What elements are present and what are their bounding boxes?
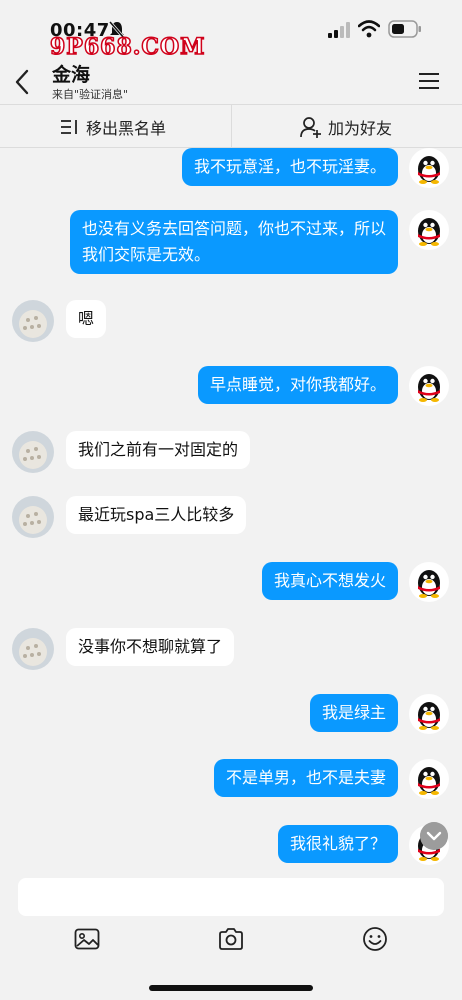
message-input[interactable] (18, 878, 444, 916)
message-bubble-outgoing[interactable]: 我很礼貌了？ (277, 825, 398, 863)
remove-blacklist-label: 移出黑名单 (86, 119, 167, 138)
emoji-icon[interactable] (362, 926, 388, 952)
camera-icon[interactable] (218, 926, 244, 952)
qq-penguin-avatar-icon[interactable] (409, 562, 449, 602)
contact-avatar[interactable] (12, 496, 54, 538)
contact-source: 来自"验证消息" (52, 88, 129, 101)
add-friend-label: 加为好友 (328, 119, 393, 138)
chat-history[interactable]: 我不玩意淫，也不玩淫妻。 也没有义务去回答问题，你也不过来，所以我们交际是无效。… (0, 148, 462, 868)
chat-header: 金海 来自"验证消息" (0, 52, 462, 104)
message-bubble-outgoing[interactable]: 也没有义务去回答问题，你也不过来，所以我们交际是无效。 (70, 210, 398, 274)
scroll-down-icon[interactable] (420, 822, 448, 850)
message-bubble-outgoing[interactable]: 不是单男，也不是夫妻 (213, 759, 398, 797)
message-bubble-outgoing[interactable]: 我真心不想发火 (261, 562, 398, 600)
input-area (0, 868, 462, 1000)
contact-avatar[interactable] (12, 628, 54, 670)
home-indicator (149, 985, 313, 991)
add-person-icon (300, 117, 321, 138)
contact-avatar[interactable] (12, 300, 54, 342)
unblock-list-icon (61, 120, 77, 134)
contact-avatar[interactable] (12, 431, 54, 473)
image-picker-icon[interactable] (74, 926, 100, 952)
message-bubble-incoming[interactable]: 最近玩spa三人比较多 (66, 496, 247, 534)
status-bar: 00:47 9P668.COM (0, 0, 462, 61)
qq-penguin-avatar-icon[interactable] (409, 148, 449, 188)
remove-blacklist-button[interactable]: 移出黑名单 (60, 105, 166, 149)
action-divider (231, 105, 232, 149)
battery-icon (388, 20, 421, 38)
menu-icon[interactable] (418, 72, 440, 90)
message-bubble-outgoing[interactable]: 我不玩意淫，也不玩淫妻。 (181, 148, 398, 186)
message-bubble-outgoing[interactable]: 我是绿主 (309, 694, 398, 732)
signal-icon (328, 22, 350, 38)
qq-penguin-avatar-icon[interactable] (409, 210, 449, 250)
qq-penguin-avatar-icon[interactable] (409, 694, 449, 734)
back-arrow-icon[interactable] (12, 68, 32, 96)
qq-penguin-avatar-icon[interactable] (409, 366, 449, 406)
message-bubble-incoming[interactable]: 嗯 (66, 300, 107, 338)
message-bubble-incoming[interactable]: 我们之前有一对固定的 (66, 431, 251, 469)
contact-name: 金海 (52, 64, 91, 86)
message-bubble-outgoing[interactable]: 早点睡觉，对你我都好。 (197, 366, 398, 404)
qq-penguin-avatar-icon[interactable] (409, 759, 449, 799)
message-bubble-incoming[interactable]: 没事你不想聊就算了 (66, 628, 235, 666)
add-friend-button[interactable]: 加为好友 (300, 105, 392, 149)
action-bar: 移出黑名单 加为好友 (0, 104, 462, 149)
wifi-icon (358, 20, 380, 38)
